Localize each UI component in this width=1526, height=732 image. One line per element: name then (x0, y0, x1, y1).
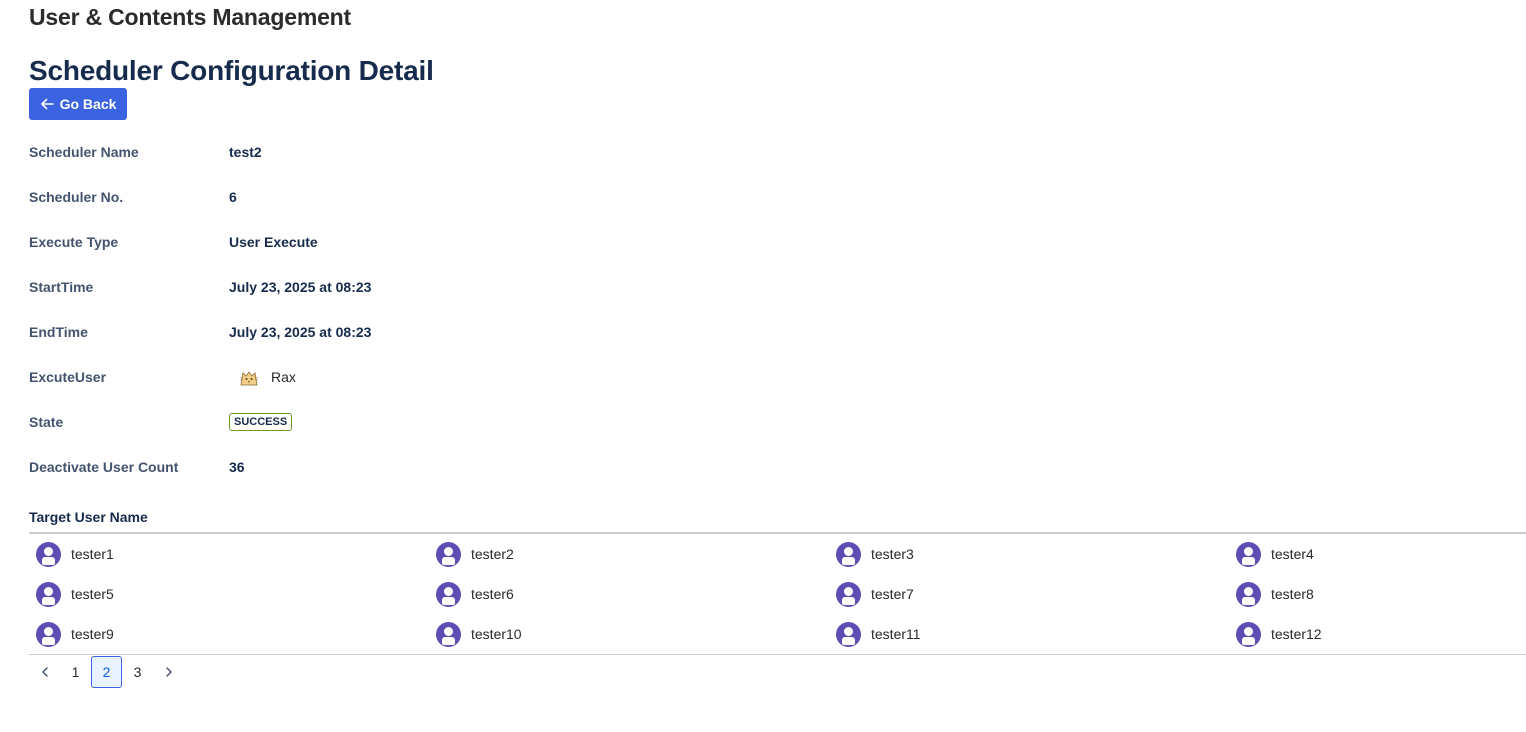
detail-value: July 23, 2025 at 08:23 (229, 279, 372, 295)
user-avatar-icon (36, 621, 61, 647)
detail-label: EndTime (29, 324, 88, 340)
detail-value: July 23, 2025 at 08:23 (229, 324, 372, 340)
pagination-prev-button[interactable] (29, 656, 60, 688)
detail-value: 36 (229, 459, 245, 475)
detail-row-start-time: StartTime July 23, 2025 at 08:23 (29, 277, 371, 297)
pagination: 1 2 3 (29, 656, 184, 688)
target-user-item[interactable]: tester10 (436, 620, 836, 648)
detail-value: 6 (229, 189, 237, 205)
detail-row-scheduler-name: Scheduler Name test2 (29, 142, 262, 162)
user-avatar-icon (836, 541, 861, 567)
pagination-page-1[interactable]: 1 (60, 656, 91, 688)
detail-value-user: Rax (229, 365, 296, 389)
detail-row-scheduler-no: Scheduler No. 6 (29, 187, 237, 207)
target-user-item[interactable]: tester11 (836, 620, 1236, 648)
target-user-item[interactable]: tester1 (36, 540, 436, 568)
detail-label: State (29, 414, 64, 430)
divider (29, 654, 1526, 655)
user-avatar-icon (1236, 541, 1261, 567)
target-user-name: tester2 (471, 546, 514, 562)
target-user-item[interactable]: tester4 (1236, 540, 1526, 568)
target-user-name: tester3 (871, 546, 914, 562)
target-user-item[interactable]: tester6 (436, 580, 836, 608)
detail-row-execute-user: ExcuteUser Rax (29, 365, 296, 389)
user-avatar-icon (836, 621, 861, 647)
detail-row-deactivate-count: Deactivate User Count 36 (29, 457, 245, 477)
target-user-name: tester7 (871, 586, 914, 602)
execute-user-name: Rax (271, 369, 296, 385)
target-user-item[interactable]: tester8 (1236, 580, 1526, 608)
target-user-name: tester12 (1271, 626, 1322, 642)
target-user-heading: Target User Name (29, 509, 148, 525)
target-user-grid: tester1 tester2 tester3 tester4 tester5 … (36, 540, 1526, 660)
detail-value-state: SUCCESS (229, 413, 293, 431)
detail-value: User Execute (229, 234, 318, 250)
detail-row-end-time: EndTime July 23, 2025 at 08:23 (29, 322, 371, 342)
target-user-name: tester1 (71, 546, 114, 562)
target-user-item[interactable]: tester5 (36, 580, 436, 608)
target-user-name: tester11 (871, 626, 921, 642)
user-avatar-icon (1236, 621, 1261, 647)
user-avatar-icon (836, 581, 861, 607)
page-title: Scheduler Configuration Detail (29, 55, 434, 86)
arrow-left-icon (40, 98, 54, 110)
target-user-name: tester4 (1271, 546, 1314, 562)
target-user-item[interactable]: tester2 (436, 540, 836, 568)
target-user-item[interactable]: tester12 (1236, 620, 1526, 648)
user-avatar-cat-icon (237, 365, 261, 389)
detail-label: Scheduler Name (29, 144, 139, 160)
pagination-next-button[interactable] (153, 656, 184, 688)
detail-label: StartTime (29, 279, 94, 295)
go-back-button[interactable]: Go Back (29, 88, 127, 120)
user-avatar-icon (36, 581, 61, 607)
pagination-page-3[interactable]: 3 (122, 656, 153, 688)
user-avatar-icon (436, 541, 461, 567)
user-avatar-icon (436, 581, 461, 607)
app-title: User & Contents Management (29, 4, 351, 30)
detail-label: Execute Type (29, 234, 119, 250)
target-user-name: tester9 (71, 626, 114, 642)
user-avatar-icon (36, 541, 61, 567)
detail-row-execute-type: Execute Type User Execute (29, 232, 318, 252)
target-user-name: tester5 (71, 586, 114, 602)
chevron-left-icon (41, 667, 48, 677)
detail-label: Scheduler No. (29, 189, 124, 205)
detail-label: ExcuteUser (29, 369, 107, 385)
target-user-item[interactable]: tester7 (836, 580, 1236, 608)
user-avatar-icon (1236, 581, 1261, 607)
divider (29, 532, 1526, 534)
detail-label: Deactivate User Count (29, 459, 179, 475)
target-user-name: tester6 (471, 586, 514, 602)
pagination-page-2[interactable]: 2 (91, 656, 122, 688)
target-user-name: tester8 (1271, 586, 1314, 602)
target-user-name: tester10 (471, 626, 522, 642)
target-user-item[interactable]: tester9 (36, 620, 436, 648)
chevron-right-icon (165, 667, 172, 677)
user-avatar-icon (436, 621, 461, 647)
go-back-label: Go Back (59, 96, 117, 112)
detail-value: test2 (229, 144, 262, 160)
detail-row-state: State SUCCESS (29, 412, 293, 432)
status-badge: SUCCESS (229, 413, 293, 431)
target-user-item[interactable]: tester3 (836, 540, 1236, 568)
